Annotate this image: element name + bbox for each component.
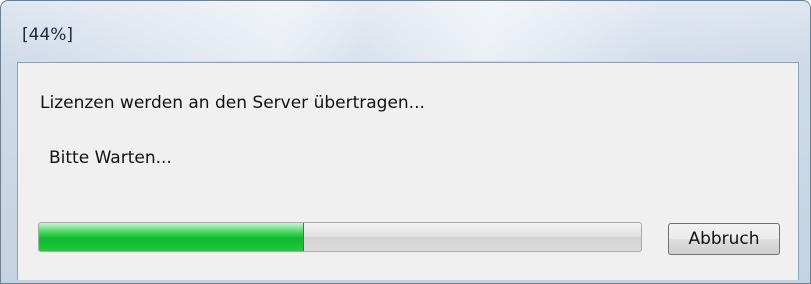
progress-dialog-window: [44%] Lizenzen werden an den Server über…: [0, 0, 811, 284]
title-bar[interactable]: [44%]: [1, 1, 810, 59]
cancel-button[interactable]: Abbruch: [668, 223, 780, 255]
progress-bar-fill: [39, 223, 304, 251]
progress-bar: [38, 222, 642, 252]
status-message: Lizenzen werden an den Server übertragen…: [40, 93, 425, 113]
wait-message: Bitte Warten...: [49, 148, 172, 168]
window-title: [44%]: [22, 25, 74, 45]
dialog-content: Lizenzen werden an den Server übertragen…: [17, 62, 799, 280]
